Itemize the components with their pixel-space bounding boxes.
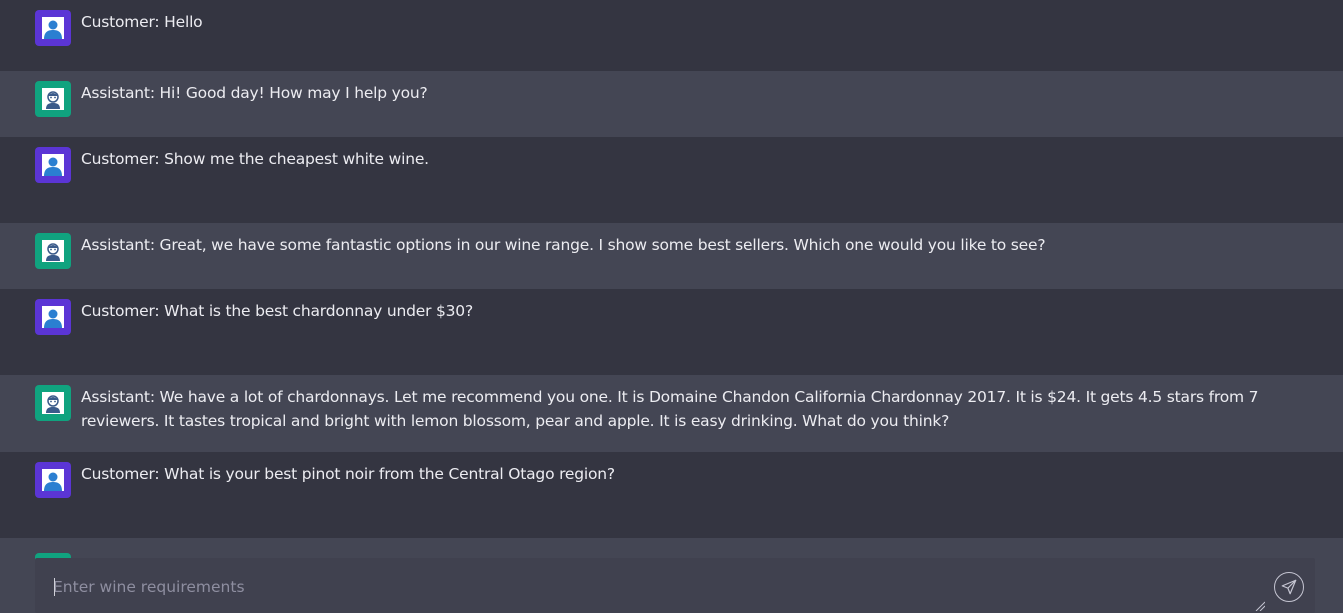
message-text: Customer: What is the best chardonnay un… xyxy=(81,302,473,320)
message-text: Customer: What is your best pinot noir f… xyxy=(81,465,615,483)
user-icon xyxy=(35,147,71,183)
message-row-customer: Customer: Hello xyxy=(0,0,1343,71)
assistant-icon xyxy=(35,385,71,421)
text-caret xyxy=(54,578,55,596)
message-row-customer: Customer: What is the best chardonnay un… xyxy=(0,289,1343,375)
message-text: Customer: Hello xyxy=(81,13,203,31)
chat-transcript: Customer: Hello Assistant: Hi! Good day!… xyxy=(0,0,1343,613)
user-icon xyxy=(35,10,71,46)
message-row-assistant: Assistant: Hi! Good day! How may I help … xyxy=(0,71,1343,137)
assistant-icon xyxy=(35,233,71,269)
message-text: Assistant: We have a lot of chardonnays.… xyxy=(81,388,1259,430)
user-icon xyxy=(35,462,71,498)
user-icon xyxy=(35,299,71,335)
message-row-assistant: Assistant: We have a lot of chardonnays.… xyxy=(0,375,1343,452)
send-button[interactable] xyxy=(1274,572,1304,602)
resize-handle-icon[interactable] xyxy=(1255,601,1265,611)
message-row-customer: Customer: Show me the cheapest white win… xyxy=(0,137,1343,223)
message-text: Assistant: Hi! Good day! How may I help … xyxy=(81,84,428,102)
assistant-icon xyxy=(35,81,71,117)
composer xyxy=(35,558,1315,613)
message-row-assistant: Assistant: Great, we have some fantastic… xyxy=(0,223,1343,289)
message-text: Assistant: Great, we have some fantastic… xyxy=(81,236,1046,254)
send-icon xyxy=(1281,579,1297,595)
message-text: Customer: Show me the cheapest white win… xyxy=(81,150,429,168)
message-row-customer: Customer: What is your best pinot noir f… xyxy=(0,452,1343,538)
wine-requirements-input[interactable] xyxy=(53,576,1233,598)
